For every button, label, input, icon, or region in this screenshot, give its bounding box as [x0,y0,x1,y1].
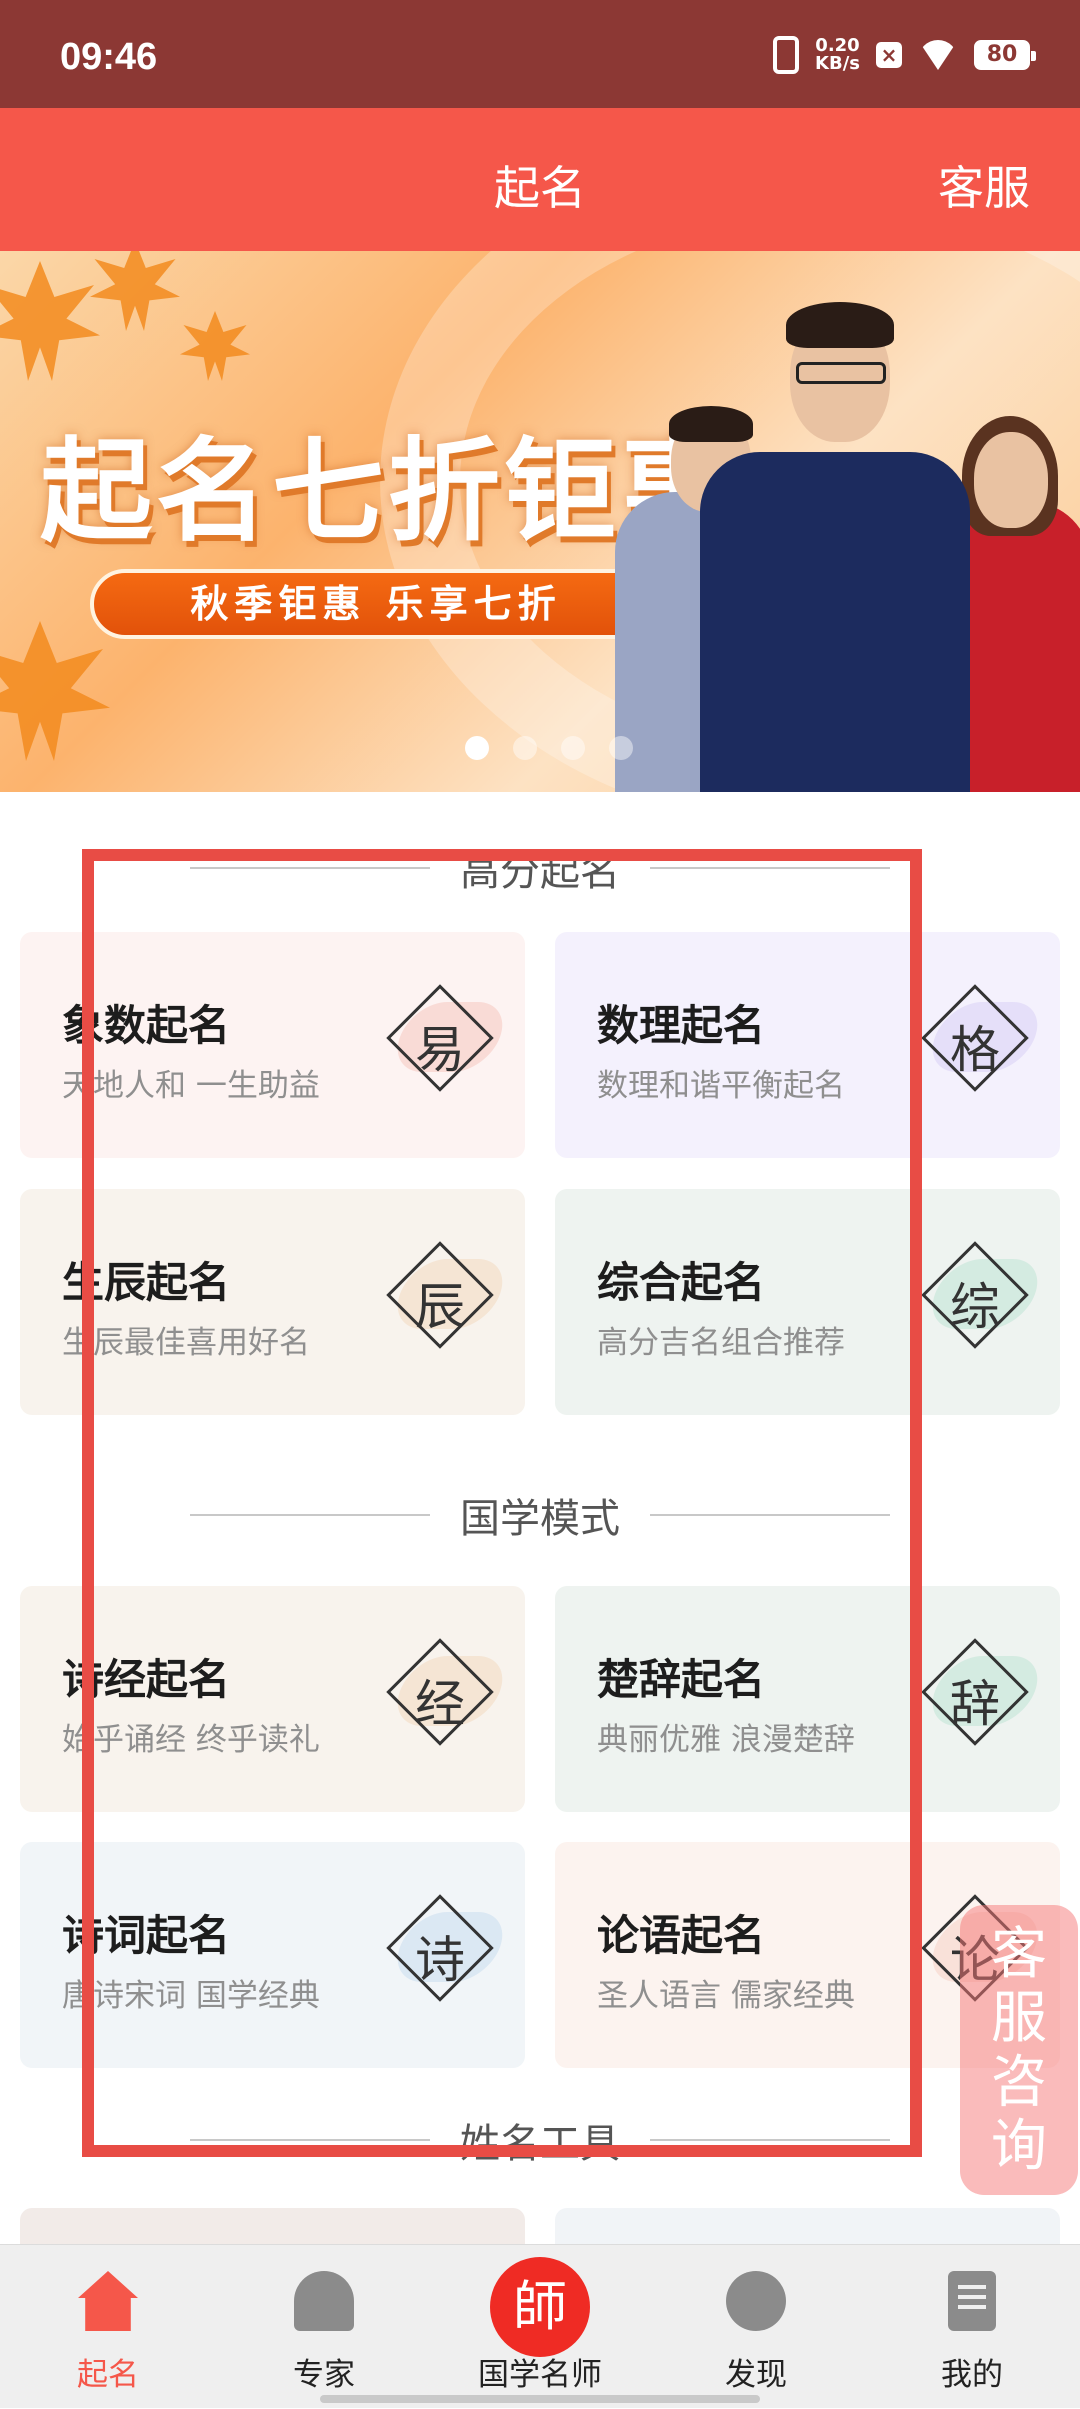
card-subtitle: 始乎诵经 终乎读礼 [62,1722,320,1758]
home-icon [78,2271,138,2331]
pagination-dot[interactable] [465,736,489,760]
section-title-guoxue: 国学模式 [0,1485,1080,1545]
tab-expert[interactable]: 专家 [216,2245,432,2409]
tab-label: 我的 [941,2357,1003,2393]
divider [190,2139,430,2141]
card-subtitle: 高分吉名组合推荐 [597,1325,845,1361]
net-speed-unit: KB/s [815,53,860,74]
pagination-dot[interactable] [609,736,633,760]
name-method-card[interactable]: 楚辞起名典丽优雅 浪漫楚辞 辞 [555,1586,1060,1812]
card-title: 论语起名 [597,1911,766,1960]
card-subtitle: 数理和谐平衡起名 [597,1068,845,1104]
floating-service-button[interactable]: 客服咨询 [960,1905,1078,2195]
battery-icon: 80 [974,40,1036,70]
vibrate-icon [773,36,800,74]
divider [190,1514,430,1516]
card-title: 象数起名 [62,1001,231,1050]
status-bar: 09:46 0.20 KB/s × 80 [0,0,1080,108]
maple-leaf-icon [90,251,180,331]
badge-character: 综 [950,1278,1000,1336]
name-method-card[interactable]: 诗词起名唐诗宋词 国学经典 诗 [20,1842,525,2068]
tab-discover[interactable]: 发现 [648,2245,864,2409]
tab-label: 起名 [77,2357,139,2393]
section-title-text: 高分起名 [460,849,620,895]
badge-character: 易 [415,1021,465,1079]
status-icons: 0.20 KB/s × 80 [773,36,1036,74]
tool-card-partial[interactable] [555,2208,1060,2248]
divider [650,2139,890,2141]
pagination-dot[interactable] [513,736,537,760]
card-subtitle: 圣人语言 儒家经典 [597,1978,855,2014]
status-time: 09:46 [60,36,158,78]
badge-character: 辰 [415,1278,465,1336]
floating-service-label: 客服咨询 [991,1922,1047,2179]
maple-leaf-icon [0,621,110,761]
wifi-icon [918,40,958,70]
name-method-card[interactable]: 综合起名高分吉名组合推荐 综 [555,1189,1060,1415]
name-method-card[interactable]: 生辰起名生辰最佳喜用好名 辰 [20,1189,525,1415]
customer-service-button[interactable]: 客服 [938,152,1030,218]
section-title-text: 国学模式 [460,1496,620,1542]
name-method-card[interactable]: 数理起名数理和谐平衡起名 格 [555,932,1060,1158]
bottom-tab-bar: 起名 专家 師 国学名师 发现 我的 [0,2244,1080,2408]
promo-banner[interactable]: 起名七折钜惠 秋季钜惠 乐享七折 [0,251,1080,792]
battery-level: 80 [986,42,1018,67]
card-title: 诗经起名 [62,1655,231,1704]
card-subtitle: 唐诗宋词 国学经典 [62,1978,320,2014]
name-method-card[interactable]: 诗经起名始乎诵经 终乎读礼 经 [20,1586,525,1812]
app-header: 起名 客服 [0,108,1080,251]
pagination-dot[interactable] [561,736,585,760]
tool-card-partial[interactable] [20,2208,525,2248]
person-center-image [700,292,970,792]
divider [650,1514,890,1516]
card-subtitle: 天地人和 一生助益 [62,1068,320,1104]
banner-pill: 秋季钜惠 乐享七折 [90,569,662,639]
card-title: 数理起名 [597,1001,766,1050]
tab-master[interactable]: 師 国学名师 [432,2245,648,2409]
card-title: 楚辞起名 [597,1655,766,1704]
card-subtitle: 生辰最佳喜用好名 [62,1325,310,1361]
badge-character: 经 [415,1675,465,1733]
section-title-text: 姓名工具 [460,2121,620,2167]
name-method-card[interactable]: 象数起名天地人和 一生助益 易 [20,932,525,1158]
section-title-tools: 姓名工具 [0,2110,1080,2170]
card-title: 生辰起名 [62,1258,231,1307]
banner-pagination [465,736,633,760]
master-icon: 師 [490,2257,590,2357]
divider [190,867,430,869]
maple-leaf-icon [180,311,250,381]
badge-character: 辞 [950,1675,1000,1733]
card-title: 诗词起名 [62,1911,231,1960]
badge-character: 诗 [415,1931,465,1989]
maple-leaf-icon [0,261,100,381]
tab-profile[interactable]: 我的 [864,2245,1080,2409]
tab-label: 专家 [293,2357,355,2393]
discover-icon [726,2271,786,2331]
profile-icon [948,2271,996,2331]
divider [650,867,890,869]
badge-character: 格 [950,1021,1000,1079]
blocked-icon: × [876,42,902,68]
tab-label: 国学名师 [478,2357,602,2393]
net-speed: 0.20 KB/s [815,37,860,73]
section-title-high-score: 高分起名 [0,838,1080,898]
home-indicator[interactable] [320,2395,760,2403]
card-title: 综合起名 [597,1258,766,1307]
tab-label: 发现 [725,2357,787,2393]
card-subtitle: 典丽优雅 浪漫楚辞 [597,1722,855,1758]
page-title: 起名 [494,161,586,215]
expert-icon [294,2271,354,2331]
tab-qiming[interactable]: 起名 [0,2245,216,2409]
